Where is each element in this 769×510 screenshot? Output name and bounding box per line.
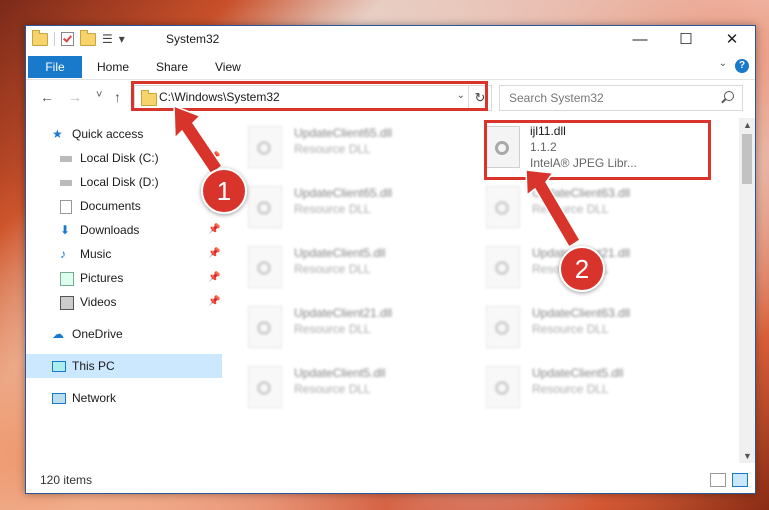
arrow-to-address-bar <box>173 104 224 176</box>
callout-number-1: 1 <box>201 168 247 214</box>
callout-arrows <box>173 104 582 249</box>
callout-number-2: 2 <box>559 246 605 292</box>
arrow-to-file <box>525 169 582 249</box>
